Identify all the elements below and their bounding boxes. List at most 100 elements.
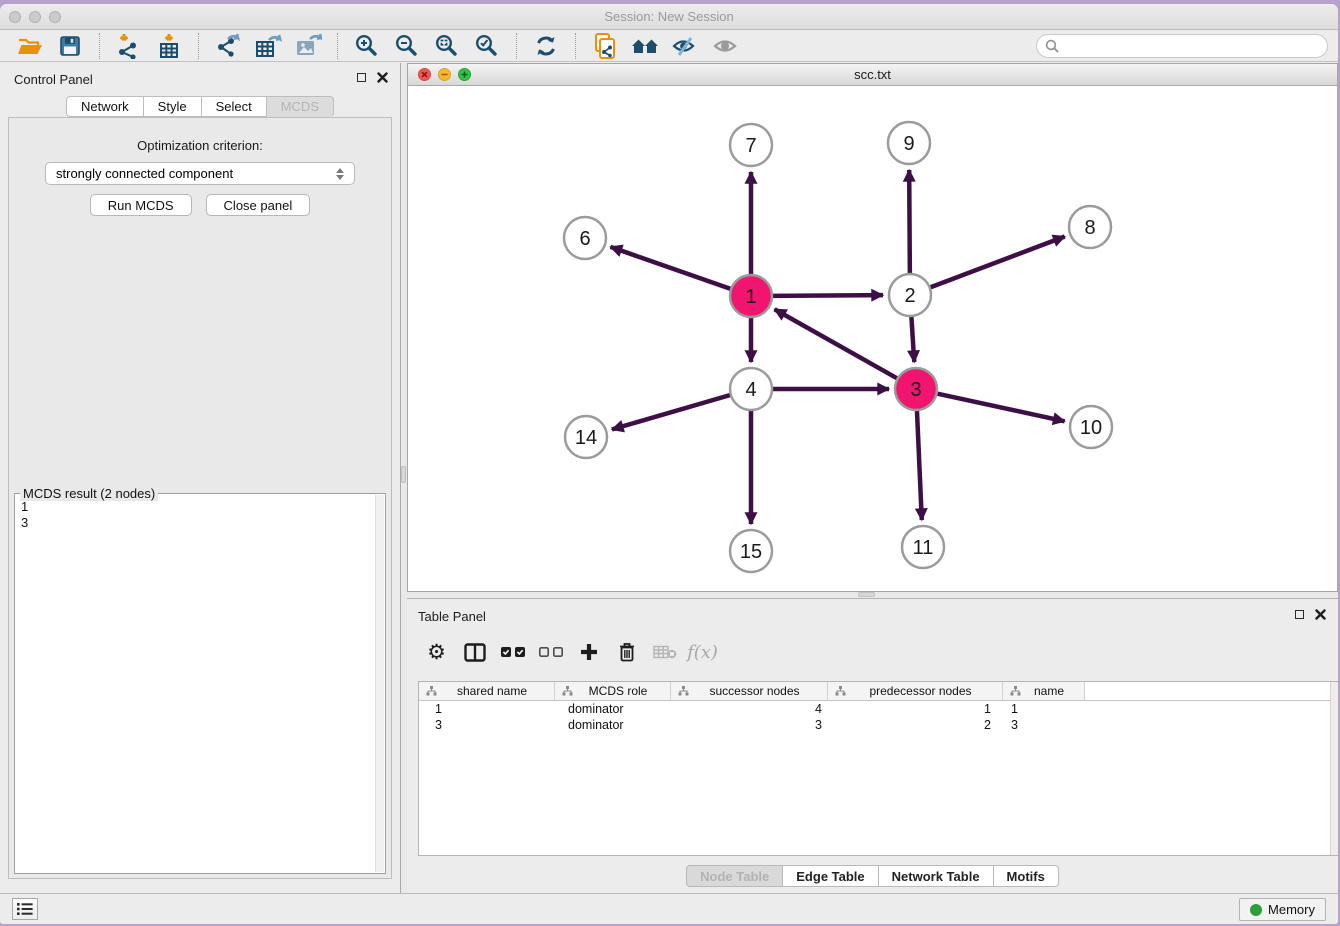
graph-edge-3-10[interactable] bbox=[937, 394, 1064, 422]
function-builder-icon[interactable]: f(x) bbox=[689, 639, 716, 665]
mcds-result-item[interactable]: 1 bbox=[21, 499, 374, 515]
criterion-select[interactable]: strongly connected component bbox=[45, 162, 355, 185]
search-input[interactable] bbox=[1064, 39, 1319, 54]
export-image-icon[interactable] bbox=[293, 32, 323, 60]
delete-table-icon[interactable] bbox=[651, 639, 678, 665]
graph-edge-4-14[interactable] bbox=[612, 395, 730, 429]
table-row[interactable]: 3dominator323 bbox=[419, 717, 1338, 733]
graph-edge-2-8[interactable] bbox=[931, 237, 1065, 288]
column-type-icon bbox=[1010, 686, 1021, 696]
select-all-icon[interactable] bbox=[499, 639, 526, 665]
column-header-successor-nodes[interactable]: successor nodes bbox=[671, 682, 828, 700]
table-header-row: shared nameMCDS rolesuccessor nodesprede… bbox=[419, 682, 1338, 701]
graph-edge-1-6[interactable] bbox=[610, 247, 730, 289]
graph-edge-1-2[interactable] bbox=[773, 295, 883, 296]
gear-icon[interactable]: ⚙ bbox=[423, 639, 450, 665]
mcds-result-item[interactable]: 3 bbox=[21, 515, 374, 531]
network-canvas[interactable]: 7968124314101511 bbox=[408, 87, 1337, 591]
app-window: Session: New Session bbox=[0, 4, 1338, 924]
tab-network[interactable]: Network bbox=[66, 96, 144, 117]
status-bar: Memory bbox=[0, 893, 1338, 924]
close-panel-icon[interactable] bbox=[377, 72, 388, 83]
close-panel-icon[interactable] bbox=[1315, 609, 1326, 620]
zoom-fit-icon[interactable] bbox=[432, 32, 462, 60]
table-cell[interactable]: 3 bbox=[1003, 717, 1085, 733]
toolbar-separator bbox=[337, 33, 338, 59]
table-cell[interactable]: 1 bbox=[1003, 701, 1085, 717]
table-cell[interactable]: dominator bbox=[555, 701, 671, 717]
first-neighbors-icon[interactable] bbox=[630, 32, 660, 60]
hide-selected-icon[interactable] bbox=[670, 32, 700, 60]
zoom-selected-icon[interactable] bbox=[472, 32, 502, 60]
table-scrollbar[interactable] bbox=[1330, 682, 1338, 855]
column-type-icon bbox=[678, 686, 689, 696]
table-tabs: Node TableEdge TableNetwork TableMotifs bbox=[407, 865, 1338, 887]
split-columns-icon[interactable] bbox=[461, 639, 488, 665]
vertical-splitter-handle[interactable] bbox=[401, 466, 406, 483]
table-cell[interactable]: 3 bbox=[419, 717, 555, 733]
zoom-in-icon[interactable] bbox=[352, 32, 382, 60]
memory-button[interactable]: Memory bbox=[1239, 898, 1326, 921]
tab-style[interactable]: Style bbox=[144, 96, 202, 117]
close-panel-button[interactable]: Close panel bbox=[206, 194, 311, 216]
graph-edge-2-3[interactable] bbox=[911, 317, 914, 362]
table-cell[interactable]: 4 bbox=[671, 701, 828, 717]
network-graph[interactable]: 7968124314101511 bbox=[408, 87, 1337, 591]
graph-node-label: 1 bbox=[745, 286, 756, 308]
new-network-from-selection-icon[interactable] bbox=[590, 32, 620, 60]
show-all-icon[interactable] bbox=[710, 32, 740, 60]
graph-edge-2-9[interactable] bbox=[909, 170, 910, 273]
list-icon bbox=[17, 902, 33, 916]
table-body: 1dominator4113dominator323 bbox=[419, 701, 1338, 733]
export-table-icon[interactable] bbox=[253, 32, 283, 60]
tab-select[interactable]: Select bbox=[202, 96, 267, 117]
mcds-result-box: MCDS result (2 nodes) 13 bbox=[14, 493, 386, 874]
tab-node-table[interactable]: Node Table bbox=[686, 865, 783, 887]
table-cell[interactable]: 1 bbox=[419, 701, 555, 717]
toolbar-separator bbox=[198, 33, 199, 59]
import-network-icon[interactable] bbox=[114, 32, 144, 60]
column-header-name[interactable]: name bbox=[1003, 682, 1085, 700]
table-cell[interactable]: 3 bbox=[671, 717, 828, 733]
add-column-icon[interactable] bbox=[575, 639, 602, 665]
main-toolbar bbox=[0, 31, 1338, 62]
tab-edge-table[interactable]: Edge Table bbox=[783, 865, 878, 887]
toolbar-separator bbox=[516, 33, 517, 59]
tab-mcds[interactable]: MCDS bbox=[267, 96, 334, 117]
apply-layout-icon[interactable] bbox=[531, 32, 561, 60]
run-mcds-button[interactable]: Run MCDS bbox=[90, 194, 192, 216]
select-chevrons-icon bbox=[336, 168, 344, 180]
result-scrollbar[interactable] bbox=[375, 495, 384, 872]
import-table-icon[interactable] bbox=[154, 32, 184, 60]
graph-edge-3-11[interactable] bbox=[917, 411, 922, 520]
graph-edge-3-1[interactable] bbox=[775, 309, 897, 378]
horizontal-splitter-handle[interactable] bbox=[858, 592, 875, 597]
graph-node-label: 14 bbox=[575, 427, 597, 449]
graph-node-label: 6 bbox=[579, 228, 590, 250]
export-network-icon[interactable] bbox=[213, 32, 243, 60]
search-field[interactable] bbox=[1036, 34, 1328, 58]
table-row[interactable]: 1dominator411 bbox=[419, 701, 1338, 717]
float-panel-icon[interactable] bbox=[357, 73, 366, 82]
column-type-icon bbox=[426, 686, 437, 696]
tab-motifs[interactable]: Motifs bbox=[994, 865, 1059, 887]
delete-icon[interactable] bbox=[613, 639, 640, 665]
control-panel-tabs: NetworkStyleSelectMCDS bbox=[0, 96, 400, 117]
deselect-all-icon[interactable] bbox=[537, 639, 564, 665]
tab-network-table[interactable]: Network Table bbox=[879, 865, 994, 887]
table-cell[interactable]: 1 bbox=[828, 701, 1003, 717]
float-panel-icon[interactable] bbox=[1295, 610, 1304, 619]
table-cell[interactable]: 2 bbox=[828, 717, 1003, 733]
toolbar-separator bbox=[575, 33, 576, 59]
task-history-button[interactable] bbox=[12, 898, 38, 920]
open-session-icon[interactable] bbox=[15, 32, 45, 60]
mcds-result-list[interactable]: 13 bbox=[21, 496, 374, 871]
save-session-icon[interactable] bbox=[55, 32, 85, 60]
column-header-shared-name[interactable]: shared name bbox=[419, 682, 555, 700]
zoom-out-icon[interactable] bbox=[392, 32, 422, 60]
control-panel-title: Control Panel bbox=[14, 72, 93, 87]
column-header-MCDS-role[interactable]: MCDS role bbox=[555, 682, 671, 700]
search-icon bbox=[1045, 39, 1059, 53]
table-cell[interactable]: dominator bbox=[555, 717, 671, 733]
column-header-predecessor-nodes[interactable]: predecessor nodes bbox=[828, 682, 1003, 700]
